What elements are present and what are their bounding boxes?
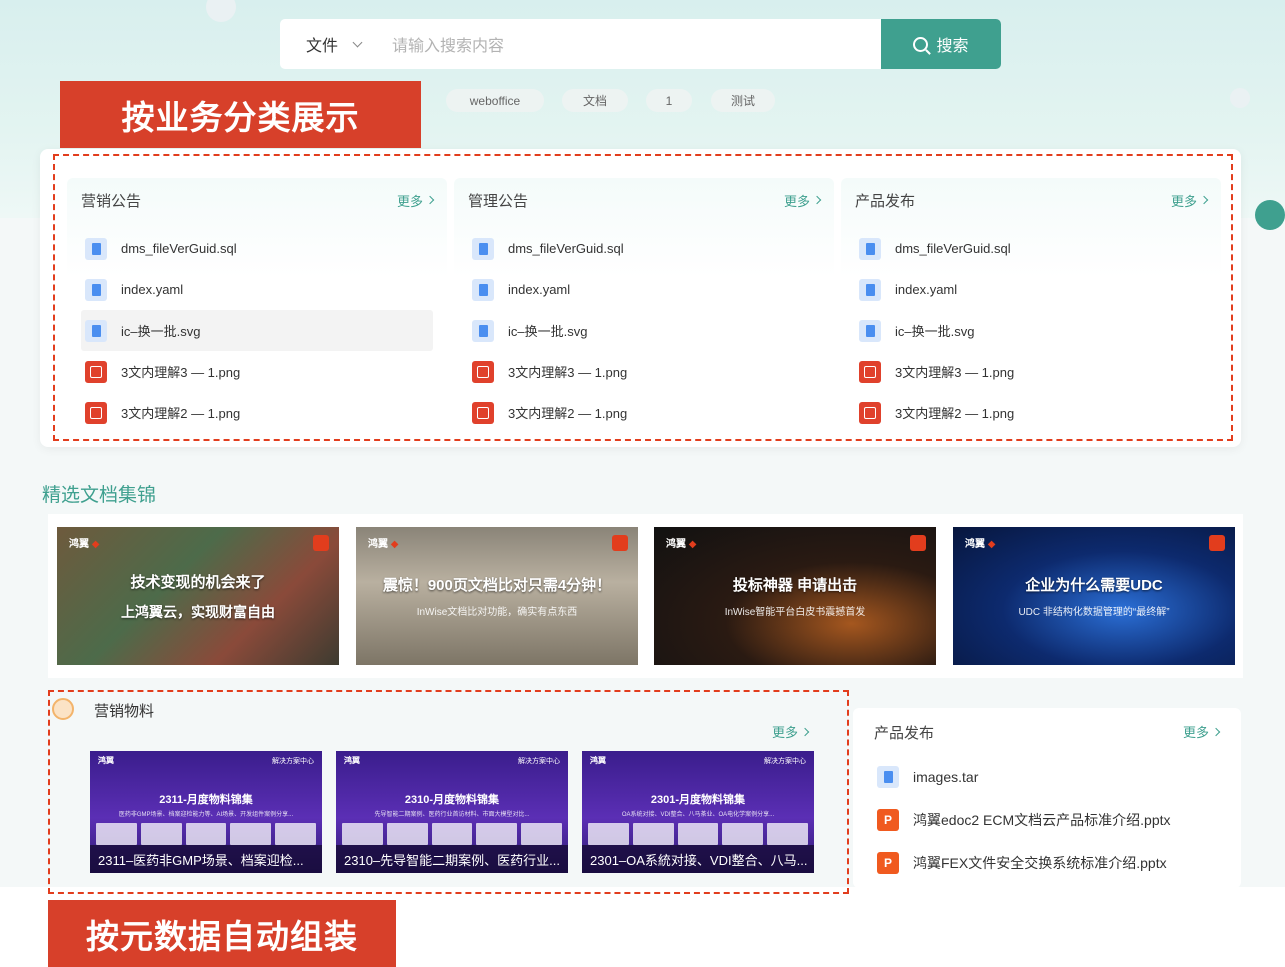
file-item[interactable]: images.tar [877, 755, 1171, 798]
brand-logo: 鸿翼 ◆ [69, 539, 100, 550]
decor-bubble [1255, 200, 1285, 230]
brand-logo: 鸿翼 ◆ [666, 539, 697, 550]
chevron-down-icon [352, 37, 363, 47]
annotation-banner: 按业务分类展示 [60, 81, 421, 148]
ppt-icon: P [877, 851, 899, 874]
tag-chip[interactable]: 文档 [562, 89, 628, 112]
tag-chip[interactable]: weboffice [446, 89, 544, 112]
tag-chip[interactable]: 1 [646, 89, 692, 112]
decor-bubble [1230, 88, 1250, 108]
chevron-right-icon [1211, 727, 1221, 736]
app-badge-icon [313, 535, 329, 551]
ppt-icon: P [877, 808, 899, 831]
featured-thumb[interactable]: 鸿翼 ◆ 企业为什么需要UDC UDC 非结构化数据管理的“最终解” [953, 527, 1235, 665]
file-list: images.tar P 鸿翼edoc2 ECM文档云产品标准介绍.pptx P鸿… [877, 755, 1171, 884]
highlight-frame [53, 154, 1233, 441]
search-bar: 文件 请输入搜索内容 搜索 [280, 19, 1001, 69]
thumb-subtitle: InWise智能平台白皮书震撼首发 [724, 607, 866, 618]
thumb-title: 企业为什么需要UDC [1025, 577, 1163, 594]
app-badge-icon [910, 535, 926, 551]
section-title: 精选文档集锦 [42, 485, 157, 506]
thumb-subtitle: InWise文档比对功能，确实有点东西 [416, 607, 578, 618]
search-input[interactable]: 请输入搜索内容 [380, 32, 881, 56]
file-item[interactable]: P 鸿翼edoc2 ECM文档云产品标准介绍.pptx [877, 798, 1171, 841]
tag-chip[interactable]: 测试 [711, 89, 775, 112]
brand-logo: 鸿翼 ◆ [965, 539, 996, 550]
thumb-subtitle: 上鸿翼云，实现财富自由 [121, 603, 275, 620]
app-badge-icon [1209, 535, 1225, 551]
featured-thumb[interactable]: 鸿翼 ◆ 投标神器 申请出击 InWise智能平台白皮书震撼首发 [654, 527, 936, 665]
featured-thumb[interactable]: 鸿翼 ◆ 技术变现的机会来了 上鸿翼云，实现财富自由 [57, 527, 339, 665]
doc-icon [877, 765, 899, 788]
card-title: 产品发布 [874, 725, 935, 742]
product-release-card: 产品发布 更多 images.tar P 鸿翼edoc2 ECM文档云产品标准介绍… [853, 708, 1241, 888]
annotation-banner: 按元数据自动组装 [48, 900, 396, 967]
brand-logo: 鸿翼 ◆ [368, 539, 399, 550]
thumb-title: 投标神器 申请出击 [732, 577, 858, 594]
search-button[interactable]: 搜索 [881, 19, 1001, 69]
search-icon [913, 36, 929, 52]
search-type-label: 文件 [306, 38, 339, 55]
highlight-frame [48, 690, 849, 894]
search-type-select[interactable]: 文件 [280, 32, 380, 56]
thumb-title: 震惊！900页文档比对只需4分钟！ [382, 577, 612, 594]
app-badge-icon [612, 535, 628, 551]
featured-thumb[interactable]: 鸿翼 ◆ 震惊！900页文档比对只需4分钟！ InWise文档比对功能，确实有点… [356, 527, 638, 665]
more-link[interactable]: 更多 [1183, 722, 1221, 741]
thumb-subtitle: UDC 非结构化数据管理的“最终解” [1018, 607, 1170, 618]
thumb-title: 技术变现的机会来了 [130, 573, 266, 591]
file-item[interactable]: P 鸿翼FEX文件安全交换系统标准介绍.pptx [877, 841, 1171, 884]
search-button-label: 搜索 [936, 38, 969, 55]
